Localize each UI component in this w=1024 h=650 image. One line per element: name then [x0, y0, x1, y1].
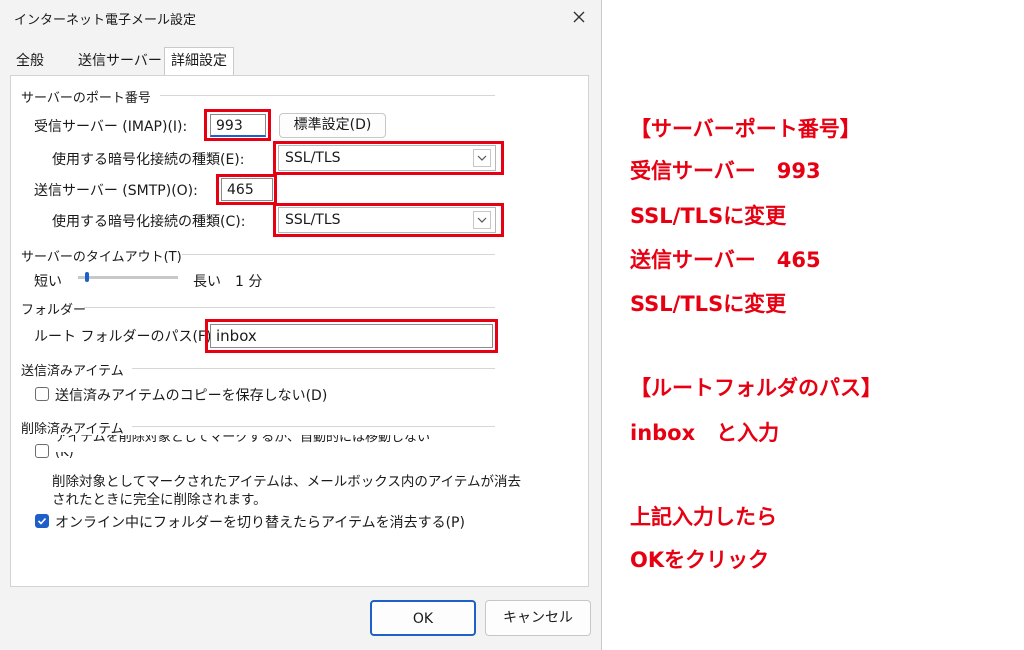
annotation-root-path-heading: 【ルートフォルダのパス】 [630, 376, 882, 400]
cancel-button[interactable]: キャンセル [485, 600, 591, 636]
email-settings-dialog: インターネット電子メール設定 全般 送信サーバー 詳細設定 サーバーのポート番号… [0, 0, 602, 650]
incoming-port-input[interactable]: 993 [210, 114, 266, 137]
deleted-description-line2: されたときに完全に削除されます。 [52, 492, 267, 508]
close-icon[interactable] [566, 4, 592, 30]
chevron-down-icon[interactable] [473, 149, 491, 167]
outgoing-port-input[interactable]: 465 [221, 178, 273, 201]
divider [84, 307, 495, 308]
divider [182, 254, 495, 255]
divider [160, 95, 495, 96]
incoming-server-label: 受信サーバー (IMAP)(I): [34, 119, 188, 135]
timeout-slider-track[interactable] [78, 276, 178, 279]
divider [132, 368, 495, 369]
dialog-title: インターネット電子メール設定 [14, 13, 197, 28]
purge-on-switch-label: オンライン中にフォルダーを切り替えたらアイテムを消去する(P) [55, 515, 465, 531]
tab-outgoing-server[interactable]: 送信サーバー [72, 48, 168, 75]
annotation-ssl-1: SSL/TLSに変更 [630, 204, 787, 228]
root-folder-input[interactable]: inbox [210, 324, 493, 348]
mark-delete-clip: アイテムを削除対象としてマークするが、自動的には移動しない [52, 435, 502, 447]
purge-on-switch-checkbox[interactable] [35, 514, 49, 528]
annotation-click-ok: OKをクリック [630, 548, 770, 572]
chevron-down-icon[interactable] [473, 211, 491, 229]
timeout-long-label: 長い [193, 274, 221, 290]
mark-delete-clip2: (K) [52, 452, 92, 461]
default-settings-button[interactable]: 標準設定(D) [279, 113, 386, 138]
root-folder-label: ルート フォルダーのパス(F): [34, 329, 217, 345]
ok-button[interactable]: OK [370, 600, 476, 636]
divider [132, 426, 495, 427]
timeout-value: 1 分 [235, 274, 263, 290]
section-sent-items: 送信済みアイテム [21, 364, 124, 379]
incoming-encryption-label: 使用する暗号化接続の種類(E): [52, 152, 245, 168]
incoming-encryption-select[interactable]: SSL/TLS [278, 145, 496, 171]
deleted-description-line1: 削除対象としてマークされたアイテムは、メールボックス内のアイテムが消去 [52, 474, 521, 490]
timeout-short-label: 短い [34, 274, 62, 290]
annotation-ssl-2: SSL/TLSに変更 [630, 292, 787, 316]
annotation-after-input: 上記入力したら [630, 505, 777, 529]
outgoing-encryption-value: SSL/TLS [285, 212, 341, 228]
mark-delete-checkbox[interactable] [35, 444, 49, 458]
outgoing-encryption-select[interactable]: SSL/TLS [278, 207, 496, 233]
timeout-slider-thumb[interactable] [85, 272, 89, 282]
outgoing-encryption-label: 使用する暗号化接続の種類(C): [52, 214, 246, 230]
annotation-incoming-993: 受信サーバー 993 [630, 159, 821, 183]
tab-advanced[interactable]: 詳細設定 [164, 47, 234, 76]
no-sent-copy-label: 送信済みアイテムのコピーを保存しない(D) [55, 388, 328, 404]
section-server-ports: サーバーのポート番号 [21, 91, 151, 106]
no-sent-copy-checkbox[interactable] [35, 387, 49, 401]
annotation-outgoing-465: 送信サーバー 465 [630, 248, 821, 272]
mark-delete-label: アイテムを削除対象としてマークするが、自動的には移動しない [55, 435, 431, 445]
tab-general[interactable]: 全般 [10, 48, 50, 75]
incoming-encryption-value: SSL/TLS [285, 150, 341, 166]
section-timeout: サーバーのタイムアウト(T) [21, 250, 182, 265]
section-folders: フォルダー [21, 303, 87, 318]
mark-delete-shortcut: (K) [55, 452, 74, 460]
annotation-inbox: inbox と入力 [630, 421, 780, 445]
annotation-server-port-heading: 【サーバーポート番号】 [630, 117, 861, 141]
outgoing-server-label: 送信サーバー (SMTP)(O): [34, 183, 198, 199]
